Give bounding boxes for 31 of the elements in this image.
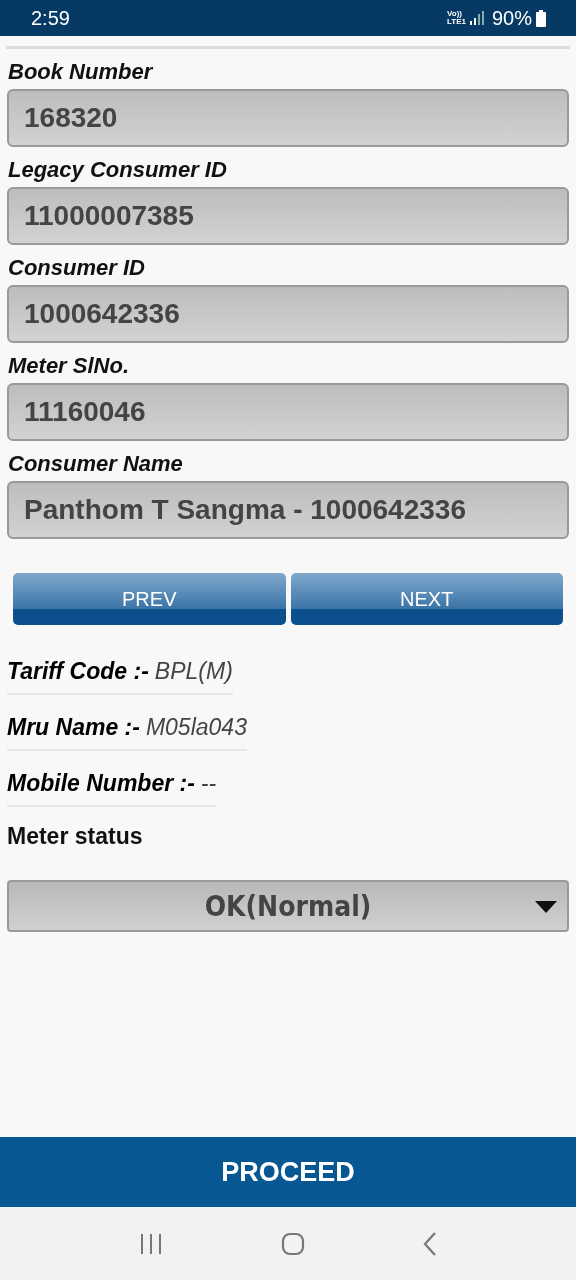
info-label: Tariff Code :-: [7, 658, 149, 685]
field-label: Consumer ID: [8, 255, 145, 281]
recent-apps-icon[interactable]: [139, 1232, 163, 1255]
clock: 2:59: [31, 6, 71, 30]
proceed-button[interactable]: PROCEED: [0, 1137, 576, 1207]
info-value: --: [200, 770, 217, 797]
field-label: Legacy Consumer ID: [8, 157, 227, 183]
network-label: LTE1: [447, 18, 466, 26]
text-field[interactable]: 1000642336: [7, 285, 569, 343]
nav-button[interactable]: PREV: [13, 573, 286, 625]
nav-button[interactable]: NEXT: [290, 573, 563, 625]
field-label: Book Number: [8, 59, 153, 85]
text-field[interactable]: Panthom T Sangma - 1000642336: [7, 481, 569, 539]
info-label: Mru Name :-: [7, 714, 140, 741]
meter-status-dropdown[interactable]: OK(Normal): [7, 880, 569, 932]
signal-icon: [469, 11, 484, 25]
text-field[interactable]: 11000007385: [7, 187, 569, 245]
home-icon[interactable]: [281, 1231, 305, 1256]
back-icon[interactable]: [423, 1231, 437, 1256]
battery-icon: [536, 9, 546, 27]
info-value: BPL(M): [154, 658, 233, 685]
battery-level: 90%: [491, 6, 532, 30]
text-field[interactable]: 11160046: [7, 383, 569, 441]
info-value: M05la043: [145, 714, 247, 741]
volte-label: Vo)): [447, 10, 462, 18]
info-label: Mobile Number :-: [7, 770, 195, 797]
meter-status-label: Meter status: [7, 823, 144, 850]
caret-icon: [535, 901, 557, 913]
field-label: Consumer Name: [8, 451, 183, 477]
text-field[interactable]: 168320: [7, 89, 569, 147]
field-label: Meter SlNo.: [8, 353, 130, 379]
